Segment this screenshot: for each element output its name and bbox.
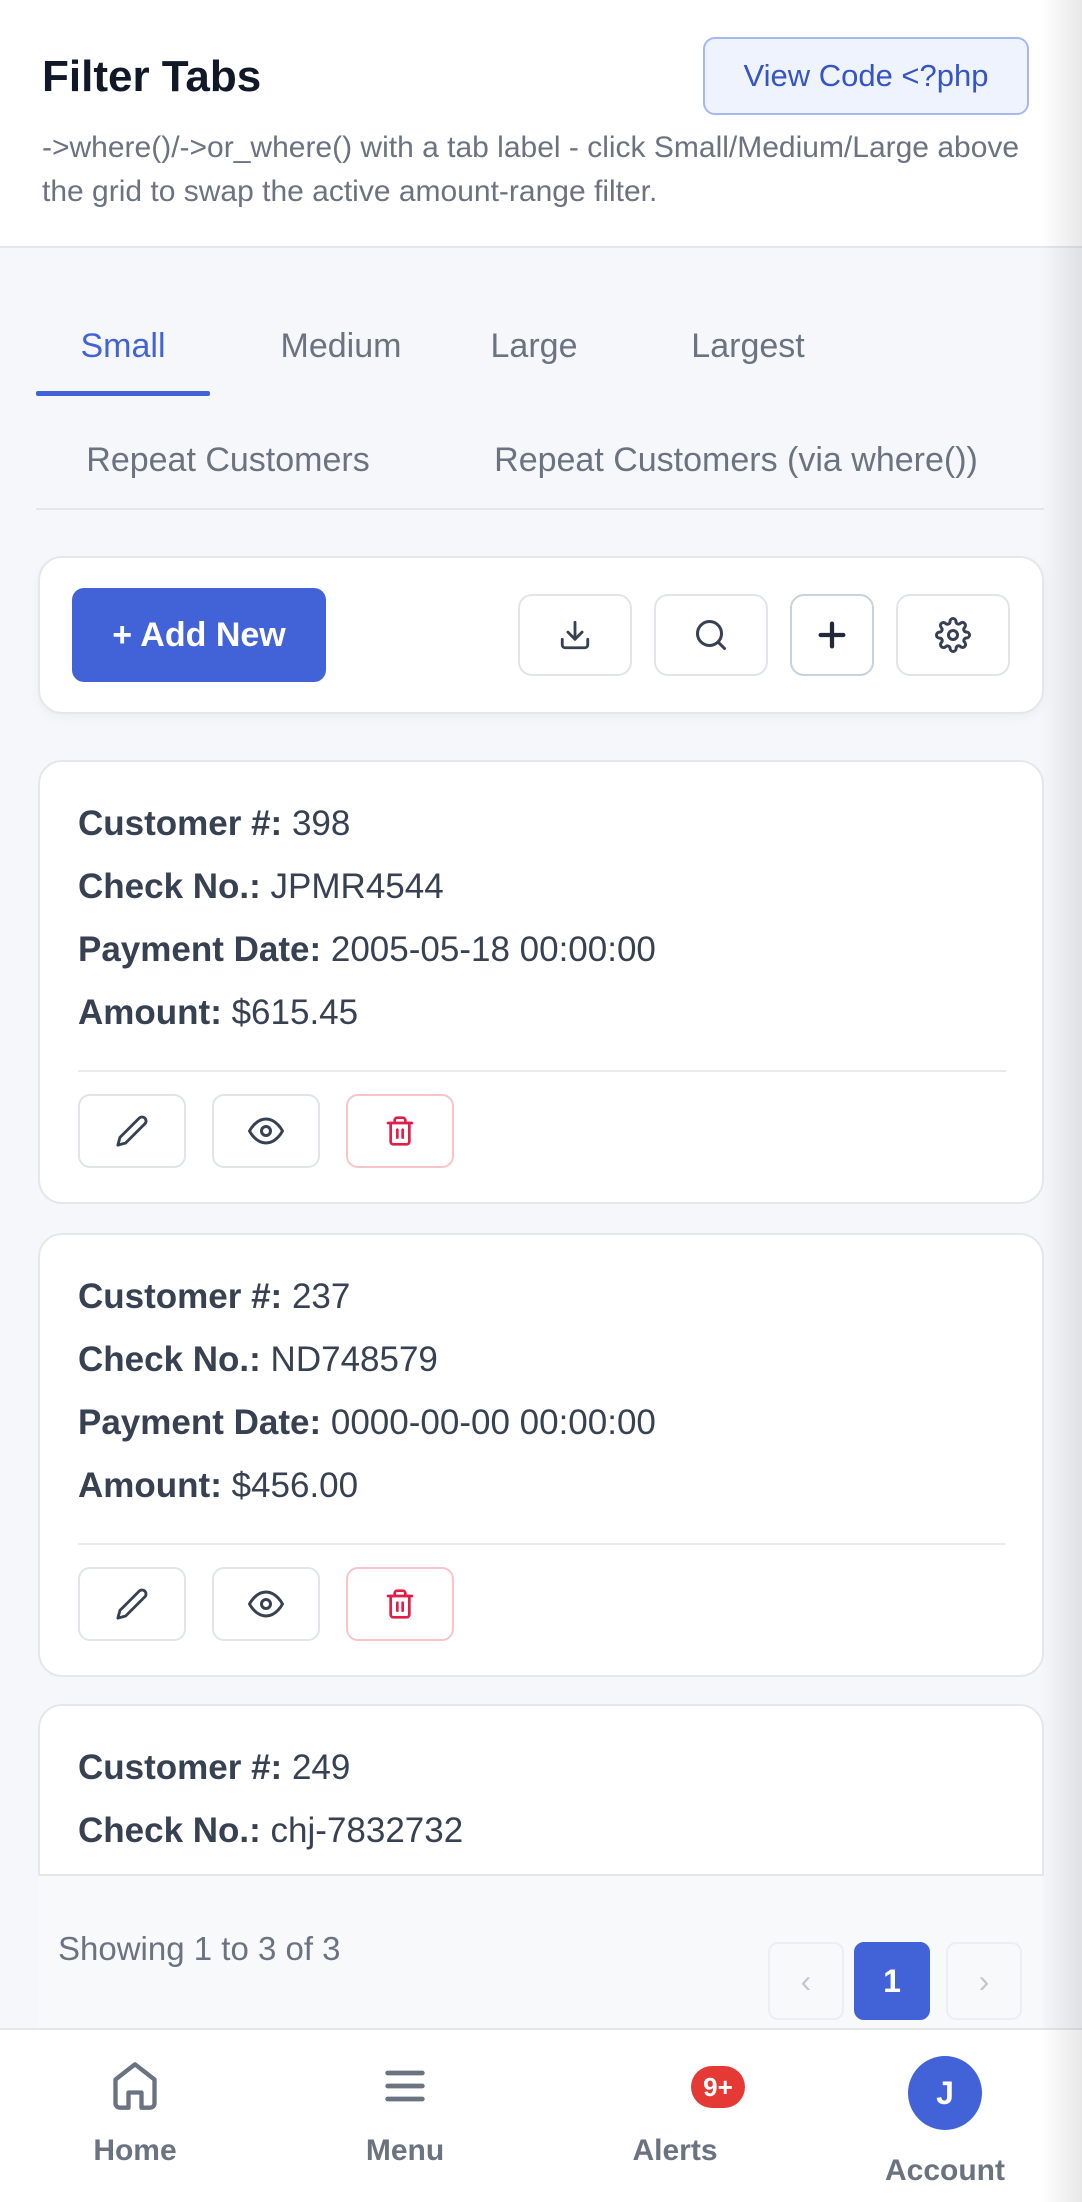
page: Filter Tabs View Code <?php ->where()/->… [0, 0, 1082, 2202]
nav-label: Alerts [632, 2134, 718, 2167]
edit-button[interactable] [78, 1567, 186, 1641]
record-card: Customer #: 249 Check No.: chj-7832732 [38, 1704, 1044, 1884]
field-value: ND748579 [270, 1340, 438, 1379]
tab-large[interactable]: Large [460, 296, 608, 396]
delete-button[interactable] [346, 1094, 454, 1168]
grid-toolbar: + Add New [38, 556, 1044, 714]
filter-tabs-row-2: Repeat Customers Repeat Customers (via w… [36, 410, 1044, 510]
alerts-badge: 9+ [691, 2066, 745, 2108]
field-value: 0000-00-00 00:00:00 [330, 1403, 656, 1442]
check-field: Check No.: chj-7832732 [78, 1811, 463, 1851]
field-label: Check No.: [78, 1811, 261, 1850]
hamburger-menu-icon [385, 2070, 425, 2102]
search-icon [696, 620, 726, 650]
tab-label: Repeat Customers [86, 440, 370, 479]
tab-label: Medium [280, 326, 402, 365]
tab-repeat-customers[interactable]: Repeat Customers [36, 410, 420, 510]
field-value: 237 [291, 1277, 351, 1316]
record-card: Customer #: 398 Check No.: JPMR4544 Paym… [38, 760, 1044, 1204]
field-label: Customer #: [78, 804, 283, 843]
check-field: Check No.: ND748579 [78, 1340, 438, 1380]
tab-label: Largest [691, 326, 805, 365]
gear-icon [935, 617, 971, 653]
pencil-icon [116, 1588, 148, 1620]
nav-account[interactable]: J Account [810, 2030, 1080, 2202]
field-value: $456.00 [231, 1466, 359, 1505]
card-divider [78, 1070, 1006, 1072]
add-new-button[interactable]: + Add New [72, 588, 326, 682]
bottom-navigation: Home Menu 9+ Alerts J Account [0, 2028, 1082, 2202]
tab-label: Large [490, 326, 578, 365]
nav-label: Account [885, 2154, 1005, 2187]
nav-menu[interactable]: Menu [270, 2030, 540, 2202]
filter-tabs: Small Medium Large Largest [36, 296, 1044, 396]
settings-button[interactable] [896, 594, 1010, 676]
active-tab-indicator [36, 391, 210, 396]
field-label: Check No.: [78, 1340, 261, 1379]
amount-field: Amount: $615.45 [78, 993, 358, 1033]
view-button[interactable] [212, 1567, 320, 1641]
page-subtitle: ->where()/->or_where() with a tab label … [42, 131, 1020, 208]
card-divider [78, 1543, 1006, 1545]
payment-date-field: Payment Date: 0000-00-00 00:00:00 [78, 1403, 656, 1443]
delete-button[interactable] [346, 1567, 454, 1641]
pagination-summary: Showing 1 to 3 of 3 [58, 1930, 341, 1967]
nav-home[interactable]: Home [0, 2030, 270, 2202]
page-title: Filter Tabs [42, 52, 262, 101]
pagination-bar: Showing 1 to 3 of 3 ‹ 1 › [38, 1874, 1044, 2030]
next-page-button[interactable]: › [946, 1942, 1022, 2020]
field-label: Payment Date: [78, 930, 322, 969]
payment-date-field: Payment Date: 2005-05-18 00:00:00 [78, 930, 656, 970]
trash-icon [386, 1589, 414, 1619]
customer-field: Customer #: 398 [78, 804, 350, 844]
download-icon [560, 620, 590, 650]
nav-label: Menu [365, 2134, 445, 2167]
edit-button[interactable] [78, 1094, 186, 1168]
field-value: $615.45 [231, 993, 359, 1032]
field-value: 2005-05-18 00:00:00 [330, 930, 656, 969]
tab-largest[interactable]: Largest [658, 296, 838, 396]
amount-field: Amount: $456.00 [78, 1466, 358, 1506]
nav-label: Home [93, 2134, 177, 2167]
customer-field: Customer #: 237 [78, 1277, 350, 1317]
record-card: Customer #: 237 Check No.: ND748579 Paym… [38, 1233, 1044, 1677]
nav-alerts[interactable]: 9+ Alerts [540, 2030, 810, 2202]
check-field: Check No.: JPMR4544 [78, 867, 444, 907]
customer-field: Customer #: 249 [78, 1748, 350, 1788]
field-label: Check No.: [78, 867, 261, 906]
view-code-button[interactable]: View Code <?php [703, 37, 1029, 115]
field-label: Payment Date: [78, 1403, 322, 1442]
eye-icon [248, 1590, 284, 1618]
field-label: Customer #: [78, 1748, 283, 1787]
home-icon [113, 2062, 157, 2110]
tab-label: Repeat Customers (via where()) [494, 440, 978, 479]
tab-medium[interactable]: Medium [256, 296, 426, 396]
field-label: Customer #: [78, 1277, 283, 1316]
field-value: 249 [291, 1748, 351, 1787]
add-filter-button[interactable] [790, 594, 874, 676]
previous-page-button[interactable]: ‹ [768, 1942, 844, 2020]
eye-icon [248, 1117, 284, 1145]
field-value: JPMR4544 [270, 867, 444, 906]
tab-label: Small [80, 326, 166, 365]
field-value: 398 [291, 804, 351, 843]
tab-small[interactable]: Small [36, 296, 210, 396]
pencil-icon [116, 1115, 148, 1147]
view-button[interactable] [212, 1094, 320, 1168]
search-button[interactable] [654, 594, 768, 676]
tab-repeat-customers-via-where[interactable]: Repeat Customers (via where()) [456, 410, 1016, 510]
field-label: Amount: [78, 993, 222, 1032]
field-label: Amount: [78, 1466, 222, 1505]
export-button[interactable] [518, 594, 632, 676]
page-1-button[interactable]: 1 [854, 1942, 930, 2020]
trash-icon [386, 1116, 414, 1146]
plus-icon [818, 621, 846, 649]
page-header: Filter Tabs View Code <?php ->where()/->… [0, 0, 1082, 248]
field-value: chj-7832732 [270, 1811, 464, 1850]
avatar: J [908, 2056, 982, 2130]
